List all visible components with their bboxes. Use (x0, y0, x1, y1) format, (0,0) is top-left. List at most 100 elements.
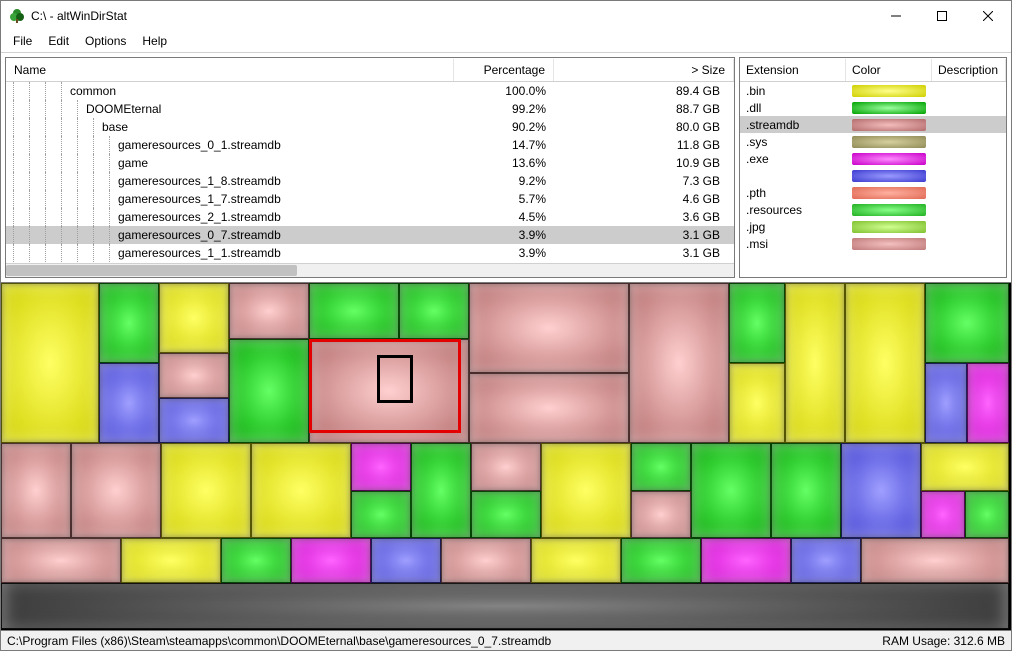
treemap-block[interactable] (399, 283, 469, 339)
treemap-block[interactable] (729, 283, 785, 363)
treemap-block[interactable] (471, 443, 541, 491)
extension-row[interactable]: .msi (740, 235, 1006, 252)
treemap-block[interactable] (469, 373, 629, 443)
treemap-block[interactable] (841, 443, 921, 538)
treemap-block[interactable] (351, 491, 411, 538)
maximize-button[interactable] (919, 1, 965, 31)
minimize-button[interactable] (873, 1, 919, 31)
extension-row[interactable]: .dll (740, 99, 1006, 116)
extension-row[interactable]: .resources (740, 201, 1006, 218)
extension-color-cell (846, 136, 932, 148)
extension-row[interactable]: .sys (740, 133, 1006, 150)
tree-row[interactable]: gameresources_0_1.streamdb14.7%11.8 GB (6, 136, 734, 154)
treemap-block[interactable] (229, 283, 309, 339)
treemap-block[interactable] (1, 283, 99, 443)
treemap-block[interactable] (921, 491, 965, 538)
treemap-block[interactable] (691, 443, 771, 538)
treemap-block[interactable] (1, 583, 1009, 629)
close-button[interactable] (965, 1, 1011, 31)
treemap-block[interactable] (99, 363, 159, 443)
extension-name: .bin (740, 84, 846, 98)
tree-row[interactable]: game13.6%10.9 GB (6, 154, 734, 172)
column-header-description[interactable]: Description (932, 59, 1006, 81)
treemap-block[interactable] (469, 283, 629, 373)
treemap-block[interactable] (351, 443, 411, 491)
treemap-block[interactable] (701, 538, 791, 583)
treemap-block[interactable] (309, 283, 399, 339)
tree-row[interactable]: gameresources_2_1.streamdb4.5%3.6 GB (6, 208, 734, 226)
treemap-block[interactable] (965, 491, 1009, 538)
treemap-block[interactable] (159, 398, 229, 443)
menu-edit[interactable]: Edit (40, 31, 77, 52)
treemap-block[interactable] (621, 538, 701, 583)
column-header-percentage[interactable]: Percentage (454, 59, 554, 81)
tree-row[interactable]: gameresources_1_1.streamdb3.9%3.1 GB (6, 244, 734, 262)
treemap-block[interactable] (229, 339, 309, 443)
treemap-block[interactable] (441, 538, 531, 583)
extension-row[interactable]: .exe (740, 150, 1006, 167)
tree-row[interactable]: base90.2%80.0 GB (6, 118, 734, 136)
treemap-block[interactable] (159, 353, 229, 398)
treemap-pane[interactable] (1, 283, 1011, 630)
treemap-block[interactable] (861, 538, 1009, 583)
extension-row[interactable]: .pth (740, 184, 1006, 201)
tree-row[interactable]: common100.0%89.4 GB (6, 82, 734, 100)
extension-row[interactable]: .bin (740, 82, 1006, 99)
column-header-name[interactable]: Name (6, 59, 454, 81)
column-header-color[interactable]: Color (846, 59, 932, 81)
tree-row-percentage: 14.7% (454, 138, 554, 152)
tree-row-percentage: 3.9% (454, 246, 554, 260)
treemap-block[interactable] (99, 283, 159, 363)
extension-row[interactable]: .jpg (740, 218, 1006, 235)
extension-list[interactable]: .bin.dll.streamdb.sys.exe .pth.resources.… (740, 82, 1006, 277)
treemap-block[interactable] (785, 283, 845, 443)
extension-row[interactable]: .streamdb (740, 116, 1006, 133)
treemap-block[interactable] (221, 538, 291, 583)
treemap-block[interactable] (925, 363, 967, 443)
treemap-block[interactable] (771, 443, 841, 538)
treemap-block[interactable] (411, 443, 471, 538)
column-header-extension[interactable]: Extension (740, 59, 846, 81)
treemap-block[interactable] (1, 538, 121, 583)
titlebar[interactable]: C:\ - altWinDirStat (1, 1, 1011, 31)
treemap-block[interactable] (1, 443, 71, 538)
tree-row-percentage: 99.2% (454, 102, 554, 116)
tree-row-name: common (70, 84, 454, 98)
treemap-block[interactable] (471, 491, 541, 538)
tree-row[interactable]: DOOMEternal99.2%88.7 GB (6, 100, 734, 118)
treemap-block[interactable] (845, 283, 925, 443)
tree-row[interactable]: gameresources_0_7.streamdb3.9%3.1 GB (6, 226, 734, 244)
treemap-block[interactable] (925, 283, 1009, 363)
column-header-size[interactable]: > Size (554, 59, 734, 81)
treemap-block[interactable] (629, 283, 729, 443)
tree-row-percentage: 4.5% (454, 210, 554, 224)
menu-options[interactable]: Options (77, 31, 134, 52)
tree-row-name: gameresources_2_1.streamdb (118, 210, 454, 224)
tree-row-percentage: 9.2% (454, 174, 554, 188)
extension-row[interactable] (740, 167, 1006, 184)
color-swatch (852, 204, 926, 216)
treemap-block[interactable] (921, 443, 1009, 491)
treemap-block[interactable] (967, 363, 1009, 443)
tree-row[interactable]: gameresources_1_7.streamdb5.7%4.6 GB (6, 190, 734, 208)
tree-body[interactable]: common100.0%89.4 GBDOOMEternal99.2%88.7 … (6, 82, 734, 263)
treemap-block[interactable] (71, 443, 161, 538)
scrollbar-thumb[interactable] (6, 265, 297, 276)
menu-file[interactable]: File (5, 31, 40, 52)
treemap-block[interactable] (541, 443, 631, 538)
treemap-block[interactable] (251, 443, 351, 538)
menu-help[interactable]: Help (134, 31, 175, 52)
treemap-block[interactable] (161, 443, 251, 538)
treemap-block[interactable] (531, 538, 621, 583)
treemap-block[interactable] (631, 443, 691, 491)
upper-panes: Name Percentage > Size common100.0%89.4 … (1, 53, 1011, 283)
treemap-block[interactable] (729, 363, 785, 443)
tree-row[interactable]: gameresources_1_8.streamdb9.2%7.3 GB (6, 172, 734, 190)
treemap-block[interactable] (631, 491, 691, 538)
treemap-block[interactable] (371, 538, 441, 583)
treemap-block[interactable] (159, 283, 229, 353)
treemap-block[interactable] (121, 538, 221, 583)
horizontal-scrollbar[interactable] (6, 263, 734, 277)
treemap-block[interactable] (791, 538, 861, 583)
treemap-block[interactable] (291, 538, 371, 583)
